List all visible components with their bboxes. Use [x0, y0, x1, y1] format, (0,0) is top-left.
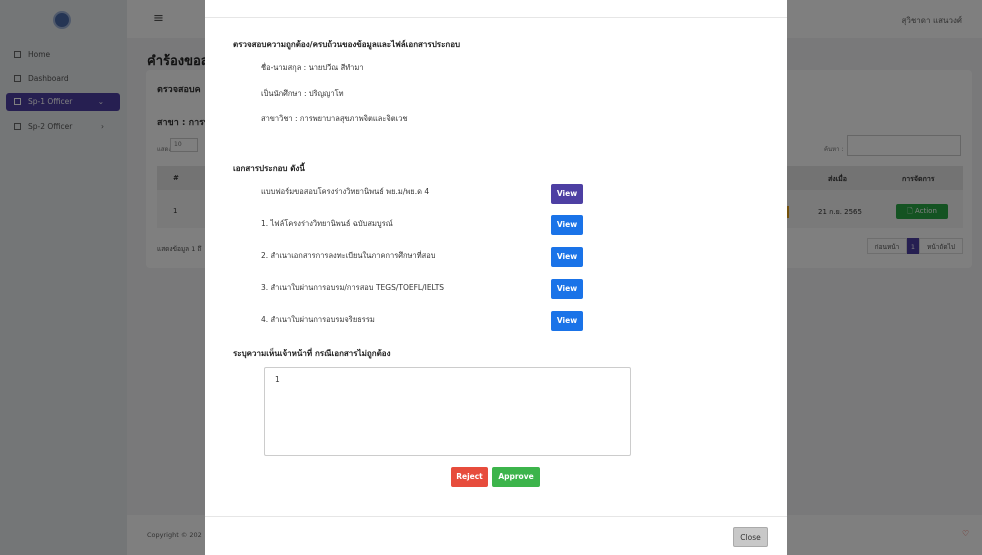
modal-footer-divider — [205, 516, 787, 517]
reject-button[interactable]: Reject — [451, 467, 488, 487]
document-label: 3. สำเนาใบผ่านการอบรม/การสอบ TEGS/TOEFL/… — [261, 283, 445, 292]
document-label: 2. สำเนาเอกสารการลงทะเบียนในภาคการศึกษาท… — [261, 251, 436, 260]
view-button[interactable]: View — [551, 215, 583, 235]
student-level: เป็นนักศึกษา : ปริญญาโท — [261, 89, 344, 98]
view-button[interactable]: View — [551, 247, 583, 267]
view-button[interactable]: View — [551, 311, 583, 331]
comment-textarea[interactable]: 1 — [264, 367, 631, 456]
review-modal: ตรวจสอบความถูกต้อง/ครบถ้วนของข้อมูลและไฟ… — [205, 0, 787, 555]
documents-section-title: เอกสารประกอบ ดังนี้ — [233, 164, 305, 173]
view-button[interactable]: View — [551, 279, 583, 299]
modal-divider — [205, 17, 787, 18]
student-name: ชื่อ-นามสกุล : นายปวีณ สีทำมา — [261, 63, 364, 72]
document-label: 4. สำเนาใบผ่านการอบรมจริยธรรม — [261, 315, 375, 324]
close-button[interactable]: Close — [733, 527, 768, 547]
student-major: สาขาวิชา : การพยาบาลสุขภาพจิตและจิตเวช — [261, 114, 408, 123]
document-label: 1. ไฟล์โครงร่างวิทยานิพนธ์ ฉบับสมบูรณ์ — [261, 219, 393, 228]
document-label: แบบฟอร์มขอสอบโครงร่างวิทยานิพนธ์ พย.ม/พย… — [261, 187, 430, 196]
comment-label: ระบุความเห็นเจ้าหน้าที่ กรณีเอกสารไม่ถูก… — [233, 349, 391, 358]
approve-button[interactable]: Approve — [492, 467, 540, 487]
view-button[interactable]: View — [551, 184, 583, 204]
verify-section-title: ตรวจสอบความถูกต้อง/ครบถ้วนของข้อมูลและไฟ… — [233, 40, 461, 49]
